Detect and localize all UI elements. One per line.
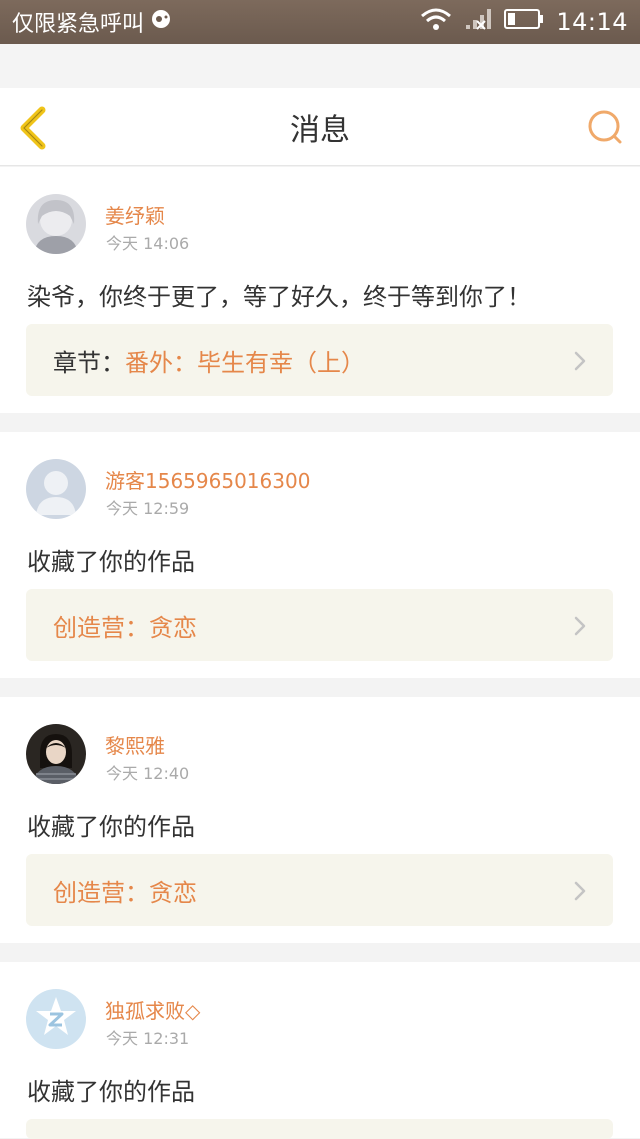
sender-name[interactable]: 游客1565965016300	[105, 465, 310, 494]
work-link[interactable]	[26, 1119, 613, 1139]
back-button[interactable]	[16, 106, 52, 150]
avatar[interactable]	[26, 989, 86, 1049]
chevron-right-icon	[574, 351, 586, 371]
avatar[interactable]	[26, 459, 86, 519]
message-time: 今天 12:59	[106, 499, 190, 518]
battery-icon	[504, 8, 544, 36]
sender-name[interactable]: 黎熙雅	[105, 730, 165, 759]
status-bar: 仅限紧急呼叫 14:14	[0, 0, 640, 44]
message-card[interactable]: 游客1565965016300 今天 12:59 收藏了你的作品 创造营： 贪恋	[0, 432, 640, 678]
chevron-left-icon	[20, 106, 46, 150]
message-card[interactable]: 姜纾颖 今天 14:06 染爷，你终于更了，等了好久，终于等到你了！ 章节： 番…	[0, 167, 640, 413]
avatar[interactable]	[26, 194, 86, 254]
notification-icon	[150, 8, 172, 36]
message-card[interactable]: 黎熙雅 今天 12:40 收藏了你的作品 创造营： 贪恋	[0, 697, 640, 943]
avatar[interactable]	[26, 724, 86, 784]
carrier-text: 仅限紧急呼叫	[12, 12, 145, 37]
chevron-right-icon	[574, 616, 586, 636]
link-value: 番外：毕生有幸（上）	[125, 348, 365, 377]
nav-header: 消息	[0, 88, 640, 166]
message-card[interactable]: 独孤求败◇ 今天 12:31 收藏了你的作品	[0, 962, 640, 1139]
link-value: 贪恋	[149, 613, 197, 642]
chevron-right-icon	[574, 881, 586, 901]
work-link[interactable]: 章节： 番外：毕生有幸（上）	[26, 324, 613, 396]
work-link[interactable]: 创造营： 贪恋	[26, 854, 613, 926]
signal-icon	[464, 7, 492, 37]
clock: 14:14	[556, 8, 628, 36]
message-content: 收藏了你的作品	[27, 1078, 195, 1106]
wifi-icon	[420, 7, 452, 37]
work-link[interactable]: 创造营： 贪恋	[26, 589, 613, 661]
message-time: 今天 12:31	[106, 1029, 190, 1048]
search-icon	[588, 110, 622, 144]
link-label: 章节：	[53, 348, 125, 377]
status-right: 14:14	[420, 7, 628, 37]
search-button[interactable]	[586, 108, 624, 146]
sender-name[interactable]: 姜纾颖	[105, 200, 165, 229]
sender-name[interactable]: 独孤求败◇	[105, 995, 200, 1024]
message-content: 染爷，你终于更了，等了好久，终于等到你了！	[27, 283, 531, 311]
message-time: 今天 12:40	[106, 764, 190, 783]
top-spacer	[0, 44, 640, 88]
message-content: 收藏了你的作品	[27, 813, 195, 841]
message-time: 今天 14:06	[106, 234, 190, 253]
page-title: 消息	[290, 112, 350, 148]
message-content: 收藏了你的作品	[27, 548, 195, 576]
status-left: 仅限紧急呼叫	[12, 6, 172, 38]
link-value: 贪恋	[149, 878, 197, 907]
link-label: 创造营：	[53, 613, 149, 642]
link-label: 创造营：	[53, 878, 149, 907]
